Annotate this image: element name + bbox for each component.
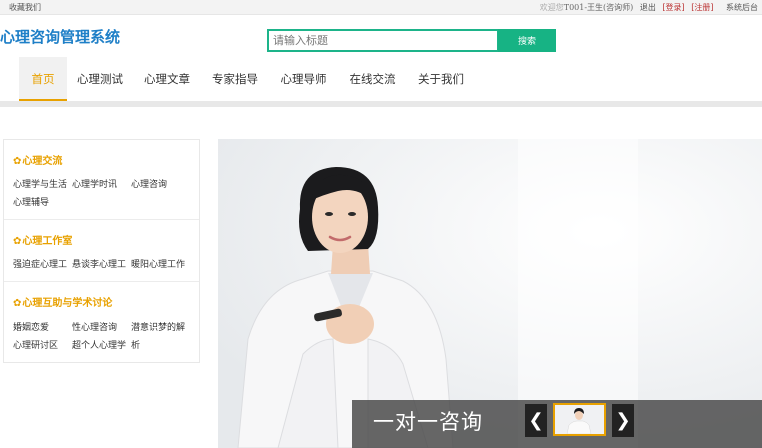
nav-item-mentors[interactable]: 心理导师 — [269, 57, 338, 101]
sidebar-link[interactable]: 心理辅导 — [13, 195, 49, 208]
banner-thumbnail[interactable] — [553, 403, 606, 436]
nav-divider — [0, 101, 762, 107]
chevron-left-icon[interactable]: ❮ — [525, 404, 547, 437]
gear-icon: ✿ — [13, 156, 22, 167]
sidebar: ✿心理交流 心理学与生活 心理学时讯 心理咨询 心理辅导 ✿心理工作室 强迫症心… — [3, 139, 200, 363]
top-utility-bar: 收藏我们 欢迎您T001-王生(咨询师) 退出 [登录] [注册] 系统后台 — [0, 0, 762, 15]
nav-item-online-chat[interactable]: 在线交流 — [338, 57, 407, 101]
thumbnail-image — [555, 405, 604, 434]
nav-item-articles[interactable]: 心理文章 — [133, 57, 201, 101]
search-input[interactable] — [267, 29, 499, 52]
gear-icon: ✿ — [13, 298, 22, 309]
nav-item-psych-test[interactable]: 心理测试 — [67, 57, 133, 101]
gear-icon: ✿ — [13, 236, 22, 247]
register-link[interactable]: [注册] — [691, 3, 713, 12]
search-button[interactable]: 搜索 — [498, 29, 556, 52]
chevron-right-icon[interactable]: ❯ — [612, 404, 634, 437]
login-link[interactable]: [登录] — [662, 3, 684, 12]
sidebar-link[interactable]: 性心理咨询 — [72, 320, 117, 333]
sidebar-link[interactable]: 婚姻恋爱 — [13, 320, 49, 333]
favorite-link[interactable]: 收藏我们 — [9, 2, 41, 13]
sidebar-link[interactable]: 心理研讨区 — [13, 338, 58, 351]
sidebar-section-exchange: ✿心理交流 心理学与生活 心理学时讯 心理咨询 心理辅导 — [4, 140, 199, 220]
sidebar-link[interactable]: 心理咨询 — [131, 177, 167, 190]
site-logo[interactable]: 心理咨询管理系统 — [0, 26, 120, 47]
nav-item-about[interactable]: 关于我们 — [407, 57, 475, 101]
welcome-text: 欢迎您 — [539, 3, 564, 12]
nav-item-expert-guidance[interactable]: 专家指导 — [201, 57, 269, 101]
banner-caption: 一对一咨询 — [373, 410, 483, 434]
sidebar-link[interactable]: 心理学与生活 — [13, 177, 67, 190]
sidebar-link[interactable]: 超个人心理学 — [72, 338, 126, 351]
sidebar-link[interactable]: 强迫症心理工 — [13, 257, 67, 270]
user-links: 欢迎您T001-王生(咨询师) 退出 [登录] [注册] 系统后台 — [536, 2, 758, 13]
current-user: T001-王生(咨询师) — [563, 3, 634, 12]
nav-item-home[interactable]: 首页 — [19, 57, 67, 101]
sidebar-section-studio: ✿心理工作室 强迫症心理工 悬谈李心理工 暖阳心理工作 — [4, 220, 199, 282]
search-bar: 搜索 — [267, 29, 556, 52]
sidebar-link[interactable]: 潜意识梦的解 — [131, 320, 185, 333]
admin-link[interactable]: 系统后台 — [726, 3, 758, 12]
sidebar-link[interactable]: 心理学时讯 — [72, 177, 117, 190]
sidebar-section-discussion: ✿心理互助与学术讨论 婚姻恋爱 性心理咨询 潜意识梦的解 心理研讨区 超个人心理… — [4, 282, 199, 364]
sidebar-link[interactable]: 暖阳心理工作 — [131, 257, 185, 270]
section-title: ✿心理交流 — [13, 156, 63, 167]
section-title: ✿心理工作室 — [13, 236, 73, 247]
sidebar-link[interactable]: 悬谈李心理工 — [72, 257, 126, 270]
section-title: ✿心理互助与学术讨论 — [13, 298, 113, 309]
sidebar-link[interactable]: 析 — [131, 338, 140, 351]
logout-link[interactable]: 退出 — [640, 3, 656, 12]
main-nav: 首页 心理测试 心理文章 专家指导 心理导师 在线交流 关于我们 — [19, 57, 475, 101]
